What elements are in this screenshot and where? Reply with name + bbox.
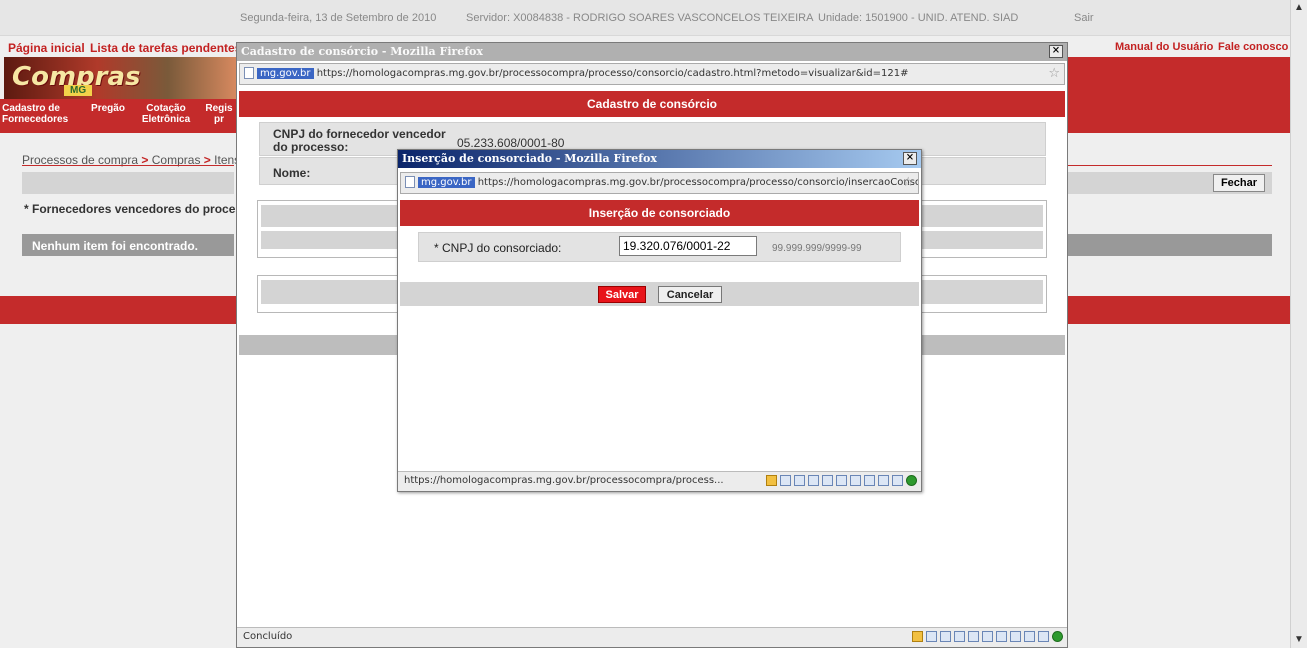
menu-item-cotacao-eletronica[interactable]: Cotação Eletrônica [140, 103, 192, 125]
empty-results-message: Nenhum item foi encontrado. [22, 234, 234, 256]
logo-mg-badge: MG [64, 85, 93, 96]
window-title: Inserção de consorciado - Mozilla Firefo… [402, 152, 657, 165]
consorciado-window: Inserção de consorciado - Mozilla Firefo… [397, 149, 922, 492]
tools-icon[interactable] [1038, 631, 1049, 642]
header-banner [1068, 57, 1290, 99]
bookmark-star-icon[interactable]: ☆ [1048, 66, 1060, 81]
cnpj-consorciado-label: * CNPJ do consorciado: [434, 241, 562, 255]
address-bar[interactable]: mg.gov.br https://homologacompras.mg.gov… [400, 172, 919, 194]
divider [1068, 165, 1272, 166]
reload-icon[interactable] [850, 475, 861, 486]
server-user-info: Servidor: X0084838 - RODRIGO SOARES VASC… [466, 12, 814, 24]
pen-icon[interactable] [940, 631, 951, 642]
pending-tasks-link[interactable]: Lista de tarefas pendentes [90, 41, 241, 55]
image-icon[interactable] [1010, 631, 1021, 642]
window-title-bar[interactable]: Inserção de consorciado - Mozilla Firefo… [398, 150, 921, 168]
page-header: Inserção de consorciado [400, 200, 919, 226]
menu-item-cadastro-fornecedores[interactable]: Cadastro de Fornecedores [2, 103, 68, 125]
print-icon[interactable] [982, 631, 993, 642]
lock-icon[interactable] [912, 631, 923, 642]
lock-icon[interactable] [766, 475, 777, 486]
logout-link[interactable]: Sair [1074, 12, 1094, 24]
footer-banner [1068, 296, 1290, 324]
window-title-bar[interactable]: Cadastro de consórcio - Mozilla Firefox … [237, 43, 1067, 61]
chart-icon[interactable] [878, 475, 889, 486]
cnpj-vencedor-value: 05.233.608/0001-80 [457, 136, 565, 150]
page-info-icon[interactable] [926, 631, 937, 642]
window-status-bar: Concluído [237, 627, 1067, 647]
empty-results-bar [1068, 234, 1272, 256]
url-text: https://homologacompras.mg.gov.br/proces… [316, 68, 909, 79]
compras-mg-logo[interactable]: Compras MG [4, 57, 238, 99]
close-button[interactable]: Fechar [1213, 174, 1265, 192]
window-title: Cadastro de consórcio - Mozilla Firefox [241, 45, 483, 58]
url-domain-badge: mg.gov.br [418, 177, 475, 188]
scroll-down-icon[interactable]: ▼ [1294, 634, 1304, 645]
print-icon[interactable] [836, 475, 847, 486]
divider [22, 165, 234, 166]
page-icon [244, 67, 254, 79]
ok-status-icon [1052, 631, 1063, 642]
ok-status-icon [906, 475, 917, 486]
cancel-button[interactable]: Cancelar [658, 286, 722, 303]
save-icon[interactable] [822, 475, 833, 486]
globe-icon[interactable] [808, 475, 819, 486]
close-icon[interactable]: × [1049, 45, 1063, 58]
menu-item-registro[interactable]: Regis pr [204, 103, 234, 125]
url-domain-badge: mg.gov.br [257, 68, 314, 79]
unit-info: Unidade: 1501900 - UNID. ATEND. SIAD [818, 12, 1019, 24]
window-status-bar: https://homologacompras.mg.gov.br/proces… [398, 471, 921, 491]
page-header: Cadastro de consórcio [239, 91, 1065, 117]
reload-icon[interactable] [996, 631, 1007, 642]
session-info-bar: Segunda-feira, 13 de Setembro de 2010 Se… [0, 0, 1290, 36]
menu-item-pregao[interactable]: Pregão [88, 103, 128, 114]
status-tools [763, 475, 917, 489]
address-bar[interactable]: mg.gov.br https://homologacompras.mg.gov… [239, 63, 1065, 85]
status-text: Concluído [243, 631, 293, 642]
status-tools [909, 631, 1063, 645]
cnpj-consorciado-input[interactable] [619, 236, 757, 256]
image-icon[interactable] [864, 475, 875, 486]
section-title-vencedores: * Fornecedores vencedores do processo [24, 202, 257, 216]
pen-icon[interactable] [794, 475, 805, 486]
bookmark-star-icon[interactable]: ☆ [902, 175, 914, 190]
tools-icon[interactable] [892, 475, 903, 486]
toolbar-strip [22, 172, 234, 194]
scroll-up-icon[interactable]: ▲ [1294, 2, 1304, 13]
nome-label: Nome: [273, 166, 311, 180]
status-text: https://homologacompras.mg.gov.br/proces… [404, 475, 724, 486]
home-link[interactable]: Página inicial [8, 41, 85, 55]
user-manual-link[interactable]: Manual do Usuário [1115, 41, 1213, 53]
cnpj-mask-hint: 99.999.999/9999-99 [772, 243, 862, 254]
page-info-icon[interactable] [780, 475, 791, 486]
url-text: https://homologacompras.mg.gov.br/proces… [477, 177, 919, 188]
footer-banner [0, 296, 236, 324]
save-icon[interactable] [968, 631, 979, 642]
chart-icon[interactable] [1024, 631, 1035, 642]
save-button[interactable]: Salvar [598, 286, 646, 303]
page-scrollbar[interactable]: ▲ ▼ [1290, 0, 1307, 648]
globe-icon[interactable] [954, 631, 965, 642]
contact-link[interactable]: Fale conosco [1218, 41, 1288, 53]
current-date: Segunda-feira, 13 de Setembro de 2010 [240, 12, 437, 24]
page-icon [405, 176, 415, 188]
close-icon[interactable]: × [903, 152, 917, 165]
